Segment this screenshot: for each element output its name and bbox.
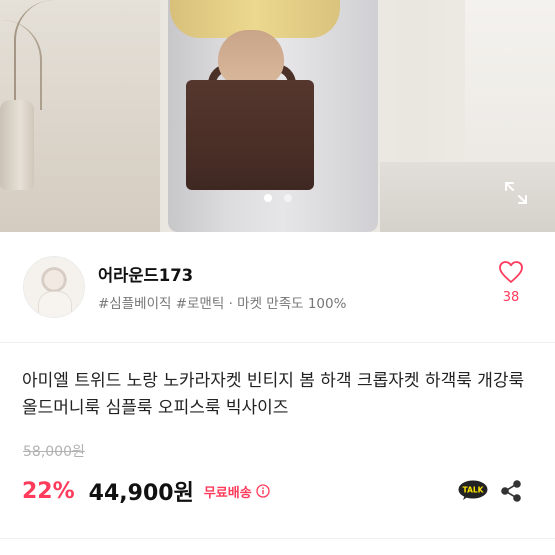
carousel-indicator xyxy=(0,194,555,202)
handbag xyxy=(186,80,314,190)
discount-rate: 22% xyxy=(22,478,75,504)
info-icon[interactable] xyxy=(256,484,270,498)
model-hand xyxy=(218,30,284,86)
talk-label: TALK xyxy=(463,486,485,495)
product-image[interactable] xyxy=(0,0,555,232)
carousel-dot[interactable] xyxy=(263,194,272,202)
seller-name[interactable]: 어라운드173 xyxy=(98,262,193,286)
price-row: 22% 44,900원 무료배송 xyxy=(22,476,270,506)
free-shipping-badge: 무료배송 xyxy=(203,485,252,501)
seller-tags: #심플베이직 #로맨틱 · 마켓 만족도 100% xyxy=(98,296,347,312)
original-price: 58,000원 xyxy=(23,444,85,460)
avatar-figure xyxy=(38,291,72,317)
product-detail-page: 어라운드173 #심플베이직 #로맨틱 · 마켓 만족도 100% 38 아미엘… xyxy=(0,0,555,555)
expand-icon[interactable] xyxy=(503,180,529,206)
share-icon[interactable] xyxy=(498,478,524,504)
section-divider xyxy=(0,342,555,343)
decor-vase xyxy=(0,100,34,190)
product-title: 아미엘 트위드 노랑 노카라자켓 빈티지 봄 하객 크롭자켓 하객룩 개강룩 올… xyxy=(22,371,525,418)
heart-icon[interactable] xyxy=(498,260,524,284)
bottom-divider xyxy=(0,538,555,539)
talk-icon[interactable]: TALK xyxy=(458,480,488,500)
like-count: 38 xyxy=(502,290,520,305)
seller-avatar[interactable] xyxy=(23,256,85,318)
like-button[interactable]: 38 xyxy=(494,260,528,305)
sale-price: 44,900원 xyxy=(88,481,194,506)
carousel-dot[interactable] xyxy=(283,194,292,202)
seller-section[interactable]: 어라운드173 #심플베이직 #로맨틱 · 마켓 만족도 100% 38 xyxy=(0,240,555,340)
